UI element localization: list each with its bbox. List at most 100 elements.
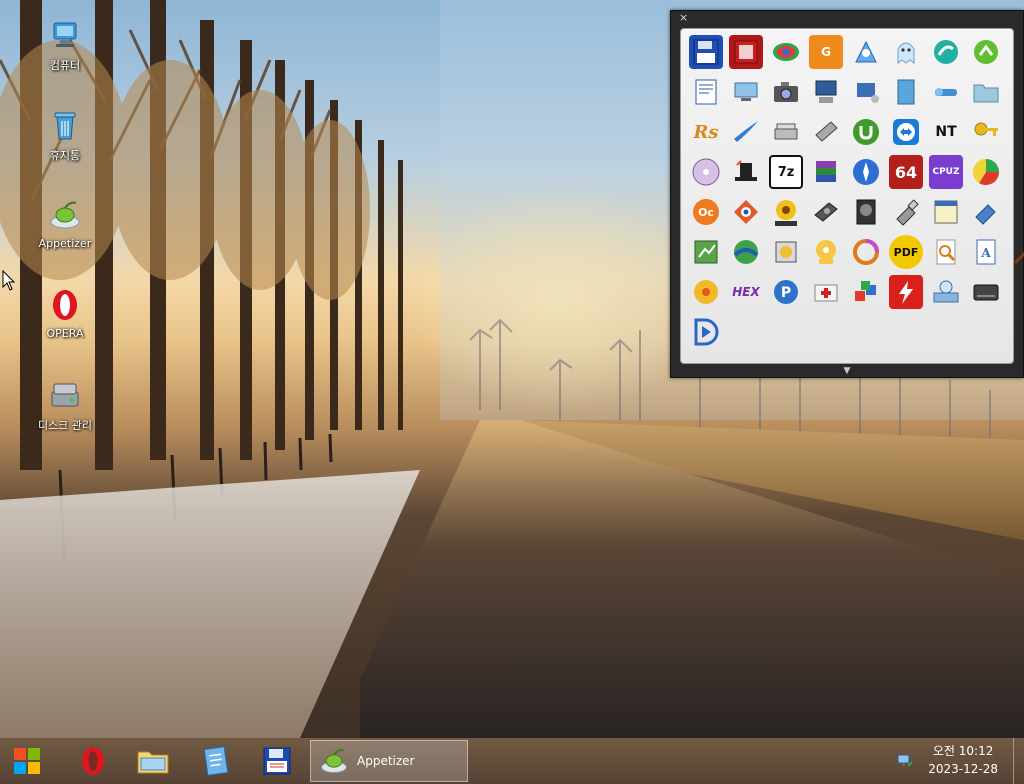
oc-icon[interactable]: Oc bbox=[689, 195, 723, 229]
desktop-icon-disk-management[interactable]: 디스크 관리 bbox=[29, 378, 101, 433]
desktop-icon-label: 휴지통 bbox=[49, 149, 81, 162]
desktop-icon-opera[interactable]: OPERA bbox=[29, 288, 101, 340]
desktop-icon-label: 컴퓨터 bbox=[49, 59, 81, 72]
windows-logo-icon bbox=[14, 748, 40, 774]
ntpwedit-icon[interactable]: NT bbox=[929, 115, 963, 149]
flash-red-icon[interactable] bbox=[889, 275, 923, 309]
folder-fade-icon[interactable] bbox=[969, 75, 1003, 109]
green-arrow-ball-icon[interactable] bbox=[969, 35, 1003, 69]
appetizer-icon bbox=[321, 749, 347, 773]
clock-time: 오전 10:12 bbox=[932, 744, 994, 758]
text-editor-icon[interactable] bbox=[689, 75, 723, 109]
notepad-button[interactable] bbox=[196, 742, 234, 780]
usb-stick-icon[interactable] bbox=[889, 195, 923, 229]
desktop-icon-computer[interactable]: 컴퓨터 bbox=[29, 18, 101, 73]
cpuz-icon[interactable]: CPUZ bbox=[929, 155, 963, 189]
network-computer-icon[interactable] bbox=[729, 75, 763, 109]
opera-button[interactable] bbox=[74, 742, 112, 780]
hex-viewer-icon[interactable] bbox=[729, 35, 763, 69]
svg-text:P: P bbox=[781, 285, 791, 301]
process-icon[interactable] bbox=[689, 235, 723, 269]
rainbow-disc-icon[interactable] bbox=[769, 35, 803, 69]
magic-hat-icon[interactable] bbox=[729, 155, 763, 189]
clock-date: 2023-12-28 bbox=[928, 762, 998, 776]
chart-pie-icon[interactable] bbox=[969, 155, 1003, 189]
book-icon[interactable] bbox=[889, 75, 923, 109]
eye-diamond-icon[interactable] bbox=[729, 195, 763, 229]
appetizer-icon-area: G Rs NT 7z 64 CPUZ Oc PDF A HEX P bbox=[680, 28, 1024, 364]
computer-icon bbox=[53, 22, 77, 47]
desktop-icon-label: Appetizer bbox=[38, 237, 92, 250]
floppy-disk-icon bbox=[263, 747, 291, 775]
disk-utility-icon[interactable] bbox=[769, 235, 803, 269]
appetizer-icon bbox=[50, 201, 80, 229]
search-file-icon[interactable] bbox=[929, 235, 963, 269]
system-clock[interactable]: 오전 10:12 2023-12-28 bbox=[928, 742, 998, 778]
svg-text:Oc: Oc bbox=[698, 206, 714, 219]
close-icon[interactable]: × bbox=[679, 12, 688, 24]
cd-burn-icon[interactable] bbox=[689, 275, 723, 309]
aida64-icon[interactable]: 64 bbox=[889, 155, 923, 189]
p-circle-icon[interactable]: P bbox=[769, 275, 803, 309]
folder-icon bbox=[137, 751, 169, 774]
7z-icon[interactable]: 7z bbox=[769, 155, 803, 189]
hdd-drive-icon[interactable] bbox=[809, 195, 843, 229]
drive-stack-icon[interactable] bbox=[809, 115, 843, 149]
mouse-cursor-icon bbox=[2, 270, 16, 291]
scanner-icon[interactable] bbox=[769, 115, 803, 149]
network-icon[interactable] bbox=[896, 752, 914, 770]
pdf-icon[interactable]: PDF bbox=[889, 235, 923, 269]
notepad-icon bbox=[203, 746, 229, 776]
monitor-speaker-icon[interactable] bbox=[849, 75, 883, 109]
earth-arrow-icon[interactable] bbox=[729, 235, 763, 269]
g-orange-icon[interactable]: G bbox=[809, 35, 843, 69]
hdd-tune-icon[interactable] bbox=[849, 195, 883, 229]
opera-icon bbox=[53, 290, 77, 320]
blocks-icon[interactable] bbox=[849, 275, 883, 309]
taskbar: Appetizer 오전 10:12 2023-12-28 bbox=[0, 738, 1024, 784]
magic-wand-icon[interactable] bbox=[1009, 235, 1024, 269]
camera-icon[interactable] bbox=[769, 75, 803, 109]
explorer-button[interactable] bbox=[134, 742, 172, 780]
utorrent-icon[interactable] bbox=[849, 115, 883, 149]
ssd-icon[interactable] bbox=[969, 275, 1003, 309]
start-button[interactable] bbox=[8, 742, 46, 780]
cd-disc-icon[interactable] bbox=[689, 155, 723, 189]
desktop-icon-appetizer[interactable]: Appetizer bbox=[29, 198, 101, 250]
desktop-icon-recycle-bin[interactable]: 휴지통 bbox=[29, 108, 101, 163]
pc-desktop-icon[interactable] bbox=[809, 75, 843, 109]
cd-hand-icon[interactable] bbox=[809, 235, 843, 269]
d-play-icon[interactable] bbox=[689, 315, 723, 349]
magnifier-drive-icon[interactable] bbox=[929, 275, 963, 309]
svg-text:A: A bbox=[980, 246, 991, 260]
seeker-icon[interactable] bbox=[849, 35, 883, 69]
swirl-green-icon[interactable] bbox=[929, 35, 963, 69]
pipe-tool-icon[interactable] bbox=[929, 75, 963, 109]
rs-icon[interactable]: Rs bbox=[689, 115, 723, 149]
teamviewer-icon[interactable] bbox=[889, 115, 923, 149]
ghost-icon[interactable] bbox=[889, 35, 923, 69]
floppy-save-icon[interactable] bbox=[689, 35, 723, 69]
chevron-down-icon[interactable]: ▼ bbox=[671, 366, 1023, 376]
hex-editor-icon[interactable]: HEX bbox=[729, 275, 763, 309]
taskbar-task-appetizer[interactable]: Appetizer bbox=[310, 740, 468, 782]
key-icon[interactable] bbox=[969, 115, 1003, 149]
wing-blue-icon[interactable] bbox=[729, 115, 763, 149]
opera-icon bbox=[82, 747, 104, 775]
winrar-icon[interactable] bbox=[809, 155, 843, 189]
usb-drive-icon[interactable] bbox=[969, 195, 1003, 229]
show-desktop-button[interactable] bbox=[1013, 738, 1024, 784]
desktop-icon-label: OPERA bbox=[46, 327, 84, 340]
sync-circle-icon[interactable] bbox=[849, 235, 883, 269]
desktop-icon-label: 디스크 관리 bbox=[37, 419, 93, 432]
appetizer-dock[interactable]: × G Rs NT 7z 64 CPUZ Oc PDF A HEX P ▼ bbox=[670, 10, 1024, 378]
disk-management-icon bbox=[51, 383, 79, 407]
compass-blue-icon[interactable] bbox=[849, 155, 883, 189]
imagine-icon[interactable] bbox=[769, 195, 803, 229]
first-aid-icon[interactable] bbox=[809, 275, 843, 309]
document-a-icon[interactable]: A bbox=[969, 235, 1003, 269]
recycle-bin-icon bbox=[54, 112, 76, 140]
save-button[interactable] bbox=[258, 742, 296, 780]
task-label: Appetizer bbox=[357, 754, 415, 768]
window-app-icon[interactable] bbox=[929, 195, 963, 229]
